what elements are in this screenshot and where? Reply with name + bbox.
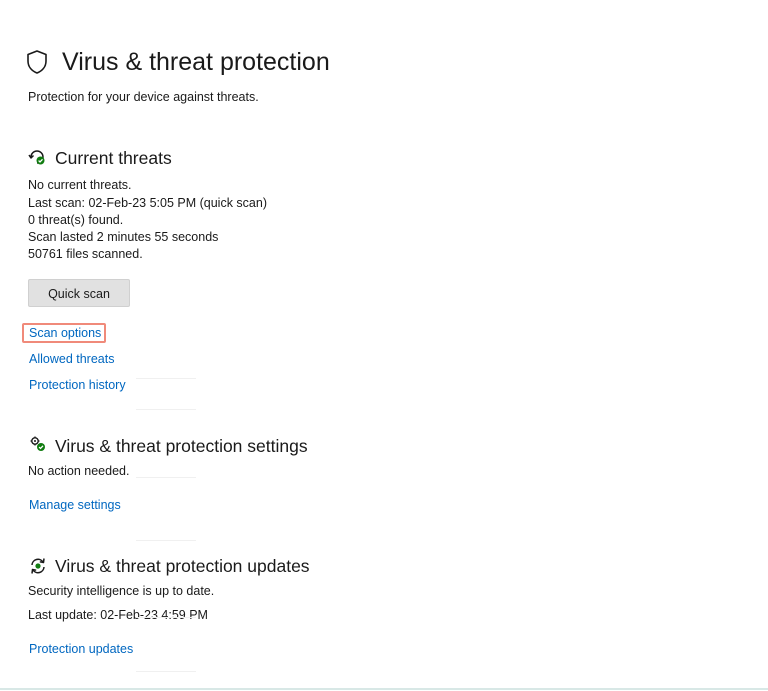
settings-heading: Virus & threat protection settings xyxy=(55,436,308,456)
update-refresh-icon xyxy=(29,557,47,575)
divider xyxy=(136,540,196,541)
scan-options-link[interactable]: Scan options xyxy=(29,325,101,342)
current-threats-heading: Current threats xyxy=(55,148,172,168)
shield-icon xyxy=(26,49,48,75)
last-scan-line: Last scan: 02-Feb-23 5:05 PM (quick scan… xyxy=(28,196,268,210)
page-subtitle: Protection for your device against threa… xyxy=(28,90,259,104)
threat-refresh-icon xyxy=(28,148,46,166)
settings-status: No action needed. xyxy=(28,464,130,478)
settings-gears-icon xyxy=(29,435,47,453)
scan-duration-line: Scan lasted 2 minutes 55 seconds xyxy=(28,230,219,244)
manage-settings-link[interactable]: Manage settings xyxy=(29,497,121,514)
quick-scan-button[interactable]: Quick scan xyxy=(28,279,130,307)
protection-updates-link[interactable]: Protection updates xyxy=(29,641,133,658)
page-title: Virus & threat protection xyxy=(62,48,330,76)
updates-heading: Virus & threat protection updates xyxy=(55,556,310,576)
divider xyxy=(136,409,196,410)
divider xyxy=(136,477,196,478)
threats-found-line: 0 threat(s) found. xyxy=(28,213,124,227)
files-scanned-line: 50761 files scanned. xyxy=(28,247,143,261)
threat-status-line: No current threats. xyxy=(28,178,132,192)
divider xyxy=(136,671,196,672)
last-update-line: Last update: 02-Feb-23 4:59 PM xyxy=(28,608,208,622)
divider xyxy=(136,378,196,379)
bottom-border xyxy=(0,688,768,690)
divider xyxy=(136,617,196,618)
allowed-threats-link[interactable]: Allowed threats xyxy=(29,351,114,368)
protection-history-link[interactable]: Protection history xyxy=(29,377,126,394)
updates-status: Security intelligence is up to date. xyxy=(28,584,215,598)
